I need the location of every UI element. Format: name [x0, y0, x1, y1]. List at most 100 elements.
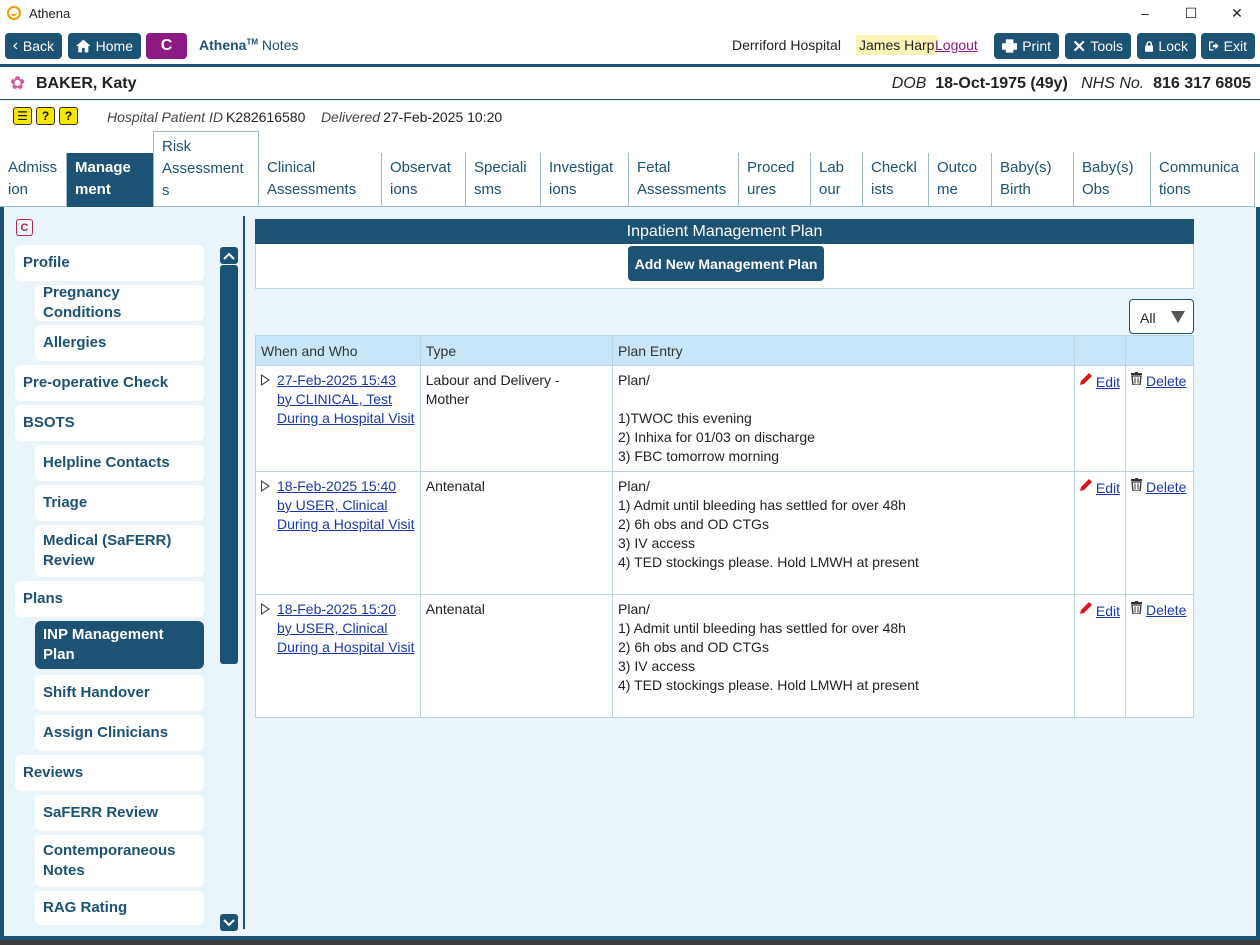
sidebar-item-plans[interactable]: Plans	[15, 581, 204, 617]
entry-context-link[interactable]: During a Hospital Visit	[277, 409, 414, 428]
exit-button[interactable]: Exit	[1201, 33, 1255, 59]
sidebar-item-assign-clinicians[interactable]: Assign Clinicians	[35, 715, 204, 751]
logout-link[interactable]: Logout	[935, 37, 978, 53]
sidebar-item-profile[interactable]: Profile	[15, 245, 204, 281]
alert-list-icon[interactable]: ☰	[13, 107, 32, 125]
entry-author-link[interactable]: by CLINICAL, Test	[277, 390, 414, 409]
c-button[interactable]: C	[146, 33, 187, 59]
plan-entry-cell: Plan/ 1)TWOC this evening 2) Inhixa for …	[612, 365, 1075, 472]
user-name: James Harp	[856, 35, 938, 55]
delete-link[interactable]: Delete	[1146, 372, 1186, 391]
sidebar-item-pre-operative-check[interactable]: Pre-operative Check	[15, 365, 204, 401]
delete-cell: Delete	[1124, 365, 1195, 472]
minimize-button[interactable]: –	[1122, 0, 1168, 26]
table-row: 27-Feb-2025 15:43 by CLINICAL, Test Duri…	[255, 365, 1195, 472]
sidebar-item-bsots[interactable]: BSOTS	[15, 405, 204, 441]
home-button[interactable]: Home	[68, 33, 141, 59]
when-who-cell: 18-Feb-2025 15:20 by USER, Clinical Duri…	[255, 594, 421, 718]
table-header-row: When and Who Type Plan Entry	[255, 335, 1195, 366]
edit-link[interactable]: Edit	[1096, 479, 1120, 498]
management-plan-table: When and Who Type Plan Entry 27-Feb-2025…	[255, 335, 1195, 718]
scroll-down-button[interactable]	[220, 914, 238, 931]
delete-link[interactable]: Delete	[1146, 478, 1186, 497]
toolbar: Back Home C AthenaTM Notes Derriford Hos…	[0, 26, 1260, 64]
delete-link[interactable]: Delete	[1146, 601, 1186, 620]
pencil-icon	[1079, 602, 1092, 614]
entry-author-link[interactable]: by USER, Clinical	[277, 619, 414, 638]
back-button[interactable]: Back	[5, 33, 62, 59]
sidebar-item-reviews[interactable]: Reviews	[15, 755, 204, 791]
print-button[interactable]: Print	[994, 33, 1059, 59]
c-icon[interactable]: C	[16, 219, 33, 236]
sidebar-item-pregnancy-conditions[interactable]: Pregnancy Conditions	[35, 284, 204, 321]
tools-button[interactable]: Tools	[1065, 33, 1131, 59]
close-button[interactable]: ✕	[1214, 0, 1260, 26]
plan-entry-cell: Plan/ 1) Admit until bleeding has settle…	[612, 594, 1075, 718]
entry-context-link[interactable]: During a Hospital Visit	[277, 638, 414, 657]
hospital-patient-id: Hospital Patient ID K282616580 Delivered 2…	[107, 109, 503, 125]
tab-specialisms[interactable]: Speciali sms	[466, 153, 541, 207]
add-management-plan-button[interactable]: Add New Management Plan	[628, 246, 824, 281]
entry-context-link[interactable]: During a Hospital Visit	[277, 515, 414, 534]
type-cell: Antenatal	[419, 471, 614, 595]
tab-risk-assessments[interactable]: Risk Assessment s	[153, 131, 259, 207]
tab-observations[interactable]: Observat ions	[382, 153, 466, 207]
column-header: When and Who	[255, 335, 421, 366]
sidebar-scrollbar-thumb[interactable]	[220, 265, 238, 664]
tab-checklists[interactable]: Checkl ists	[863, 153, 929, 207]
chevron-left-icon	[13, 42, 18, 50]
tab-labour[interactable]: Lab our	[811, 153, 863, 207]
when-who-cell: 27-Feb-2025 15:43 by CLINICAL, Test Duri…	[255, 365, 421, 472]
sidebar-divider	[243, 216, 245, 929]
type-cell: Labour and Delivery - Mother	[419, 365, 614, 472]
expand-triangle-icon[interactable]	[261, 603, 270, 615]
tab-investigations[interactable]: Investigat ions	[541, 153, 629, 207]
sidebar-item-triage[interactable]: Triage	[35, 485, 204, 521]
tab-outcome[interactable]: Outco me	[929, 153, 992, 207]
sidebar-item-shift-handover[interactable]: Shift Handover	[35, 675, 204, 711]
tab-communications[interactable]: Communica tions	[1151, 153, 1255, 207]
exit-icon	[1209, 41, 1219, 51]
scroll-up-button[interactable]	[220, 247, 238, 264]
sidebar-item-helpline-contacts[interactable]: Helpline Contacts	[35, 445, 204, 481]
edit-cell: Edit	[1073, 594, 1126, 718]
tab-babys-obs[interactable]: Baby(s) Obs	[1074, 153, 1151, 207]
tab-clinical-assessments[interactable]: Clinical Assessments	[259, 153, 382, 207]
chevron-down-icon	[223, 918, 235, 926]
tab-management[interactable]: Manage ment	[67, 153, 153, 207]
filter-dropdown[interactable]: All	[1129, 299, 1194, 334]
entry-author-link[interactable]: by USER, Clinical	[277, 496, 414, 515]
entry-date-link[interactable]: 18-Feb-2025 15:20	[277, 600, 414, 619]
plan-entry-cell: Plan/ 1) Admit until bleeding has settle…	[612, 471, 1075, 595]
alert-question-icon[interactable]: ?	[36, 107, 55, 125]
lock-button[interactable]: Lock	[1137, 33, 1196, 59]
maximize-button[interactable]: ☐	[1168, 0, 1214, 26]
patient-name: BAKER, Katy	[36, 75, 137, 92]
sidebar-item-allergies[interactable]: Allergies	[35, 325, 204, 361]
sidebar-item-medical-saferr-review[interactable]: Medical (SaFERR) Review	[35, 525, 204, 577]
sidebar-item-contemporaneous-notes[interactable]: Contemporaneous Notes	[35, 835, 204, 887]
tab-admission[interactable]: Admiss ion	[0, 153, 67, 207]
entry-date-link[interactable]: 27-Feb-2025 15:43	[277, 371, 414, 390]
bottom-strip	[0, 940, 1260, 945]
tab-babys-birth[interactable]: Baby(s) Birth	[992, 153, 1074, 207]
hospital-name: Derriford Hospital	[732, 37, 841, 53]
sidebar-item-inp-management-plan[interactable]: INP Management Plan	[35, 621, 204, 669]
alert-question-icon[interactable]: ?	[59, 107, 78, 125]
dropdown-arrow-icon	[1171, 311, 1185, 323]
edit-link[interactable]: Edit	[1096, 373, 1120, 392]
tab-procedures[interactable]: Proced ures	[739, 153, 811, 207]
sidebar-item-rag-rating[interactable]: RAG Rating	[35, 891, 204, 925]
tab-fetal-assessments[interactable]: Fetal Assessments	[629, 153, 739, 207]
edit-link[interactable]: Edit	[1096, 602, 1120, 621]
tools-icon	[1073, 40, 1085, 52]
flower-icon: ✿	[10, 73, 26, 93]
home-icon	[76, 39, 91, 53]
expand-triangle-icon[interactable]	[261, 480, 270, 492]
trash-icon	[1130, 372, 1142, 385]
title-bar: Athena – ☐ ✕	[0, 0, 1260, 26]
entry-date-link[interactable]: 18-Feb-2025 15:40	[277, 477, 414, 496]
lock-icon	[1145, 40, 1154, 52]
expand-triangle-icon[interactable]	[261, 374, 270, 386]
sidebar-item-saferr-review[interactable]: SaFERR Review	[35, 795, 204, 831]
